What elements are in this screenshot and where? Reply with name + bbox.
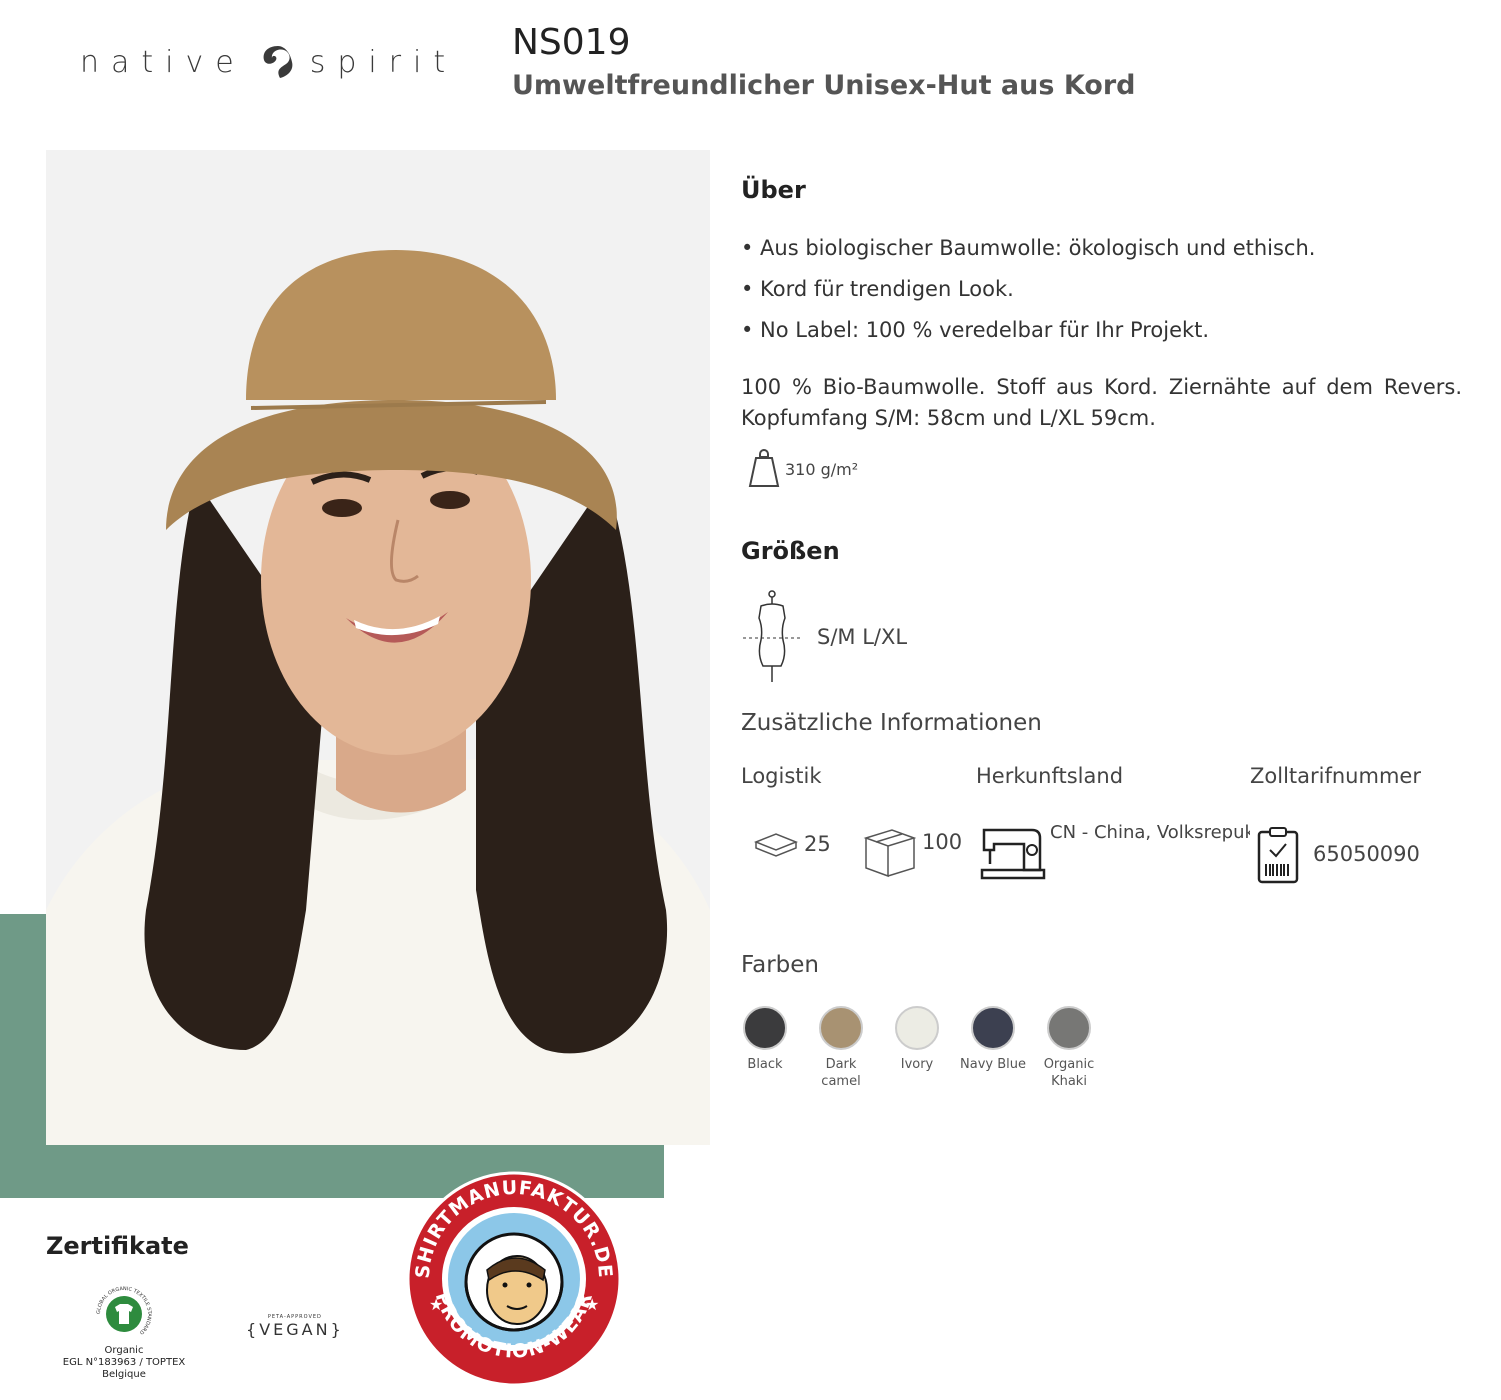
svg-text:★: ★ — [585, 1295, 599, 1314]
pack-small-value: 25 — [804, 832, 831, 856]
brand-word-right: spirit — [309, 44, 458, 80]
feature-list: • Aus biologischer Baumwolle: ökologisch… — [741, 228, 1315, 351]
product-photo — [46, 150, 710, 1145]
vegan-label: VEGAN — [259, 1320, 331, 1339]
feature-item: • Aus biologischer Baumwolle: ökologisch… — [741, 236, 1316, 260]
color-swatch-dark-camel[interactable]: Dark camel — [817, 1006, 865, 1090]
fabric-weight: 310 g/m² — [747, 448, 858, 490]
gots-logo-icon: GLOBAL ORGANIC TEXTILE STANDARD — [96, 1286, 152, 1336]
weight-icon — [748, 449, 780, 487]
brand-word-left: native — [80, 44, 246, 80]
product-code: NS019 — [512, 22, 631, 63]
sizes-values: S/M L/XL — [817, 625, 908, 649]
certificates-heading: Zertifikate — [46, 1232, 189, 1260]
logistics-label: Logistik — [741, 764, 822, 788]
sizes-row: S/M L/XL — [741, 588, 907, 686]
gots-sub: EGL N°183963 / TOPTEX Belgique — [62, 1357, 186, 1380]
color-dot[interactable] — [971, 1006, 1015, 1050]
color-swatches: Black Dark camel Ivory Navy Blue Organic… — [741, 1006, 1094, 1090]
pack-box-value: 100 — [922, 830, 963, 854]
origin-label: Herkunftsland — [976, 764, 1124, 788]
tariff-label: Zolltarifnummer — [1250, 764, 1421, 788]
color-name: Organic Khaki — [1043, 1057, 1095, 1089]
product-description: 100 % Bio-Baumwolle. Stoff aus Kord. Zie… — [741, 375, 1462, 430]
shop-badge: SHIRTMANUFAKTUR.DE PROMOTION-WEAR ★ ★ — [405, 1170, 623, 1392]
color-dot[interactable] — [1047, 1006, 1091, 1050]
color-name: Navy Blue — [960, 1057, 1026, 1072]
color-swatch-organic-khaki[interactable]: Organic Khaki — [1044, 1006, 1094, 1090]
additional-heading: Zusätzliche Informationen — [741, 710, 1042, 736]
color-swatch-black[interactable]: Black — [741, 1006, 789, 1090]
origin-icon-wrap — [980, 820, 1046, 886]
svg-text:★: ★ — [429, 1295, 443, 1314]
badge-logo-icon: SHIRTMANUFAKTUR.DE PROMOTION-WEAR ★ ★ — [406, 1171, 622, 1387]
feature-item: • Kord für trendigen Look. — [741, 277, 1014, 301]
weight-value: 310 g/m² — [785, 459, 859, 479]
color-name: Black — [747, 1057, 783, 1072]
tariff-icon-wrap — [1256, 826, 1300, 888]
origin-value: CN - China, Volksrepuk — [1050, 822, 1250, 843]
color-name: Dark camel — [821, 1057, 861, 1089]
gots-certificate: GLOBAL ORGANIC TEXTILE STANDARD Organic … — [54, 1283, 194, 1381]
flat-pack-icon — [753, 833, 799, 857]
color-swatch-navy-blue[interactable]: Navy Blue — [960, 1006, 1026, 1090]
mannequin-icon — [743, 590, 801, 682]
brand-logo: native spirit — [80, 42, 457, 82]
color-dot[interactable] — [895, 1006, 939, 1050]
color-name: Ivory — [900, 1057, 934, 1072]
box-icon — [863, 829, 916, 878]
product-subtitle: Umweltfreundlicher Unisex-Hut aus Kord — [512, 70, 1136, 101]
brand-mark-icon — [263, 46, 293, 78]
tariff-value: 65050090 — [1313, 842, 1420, 866]
feature-item: • No Label: 100 % veredelbar für Ihr Pro… — [741, 318, 1210, 342]
about-heading: Über — [741, 176, 806, 204]
vegan-certificate: PETA-APPROVED {VEGAN} — [246, 1314, 344, 1339]
sizes-heading: Größen — [741, 537, 840, 565]
pack-small: 25 — [752, 828, 831, 860]
sewing-machine-icon — [980, 828, 1046, 880]
colors-heading: Farben — [741, 952, 819, 978]
clipboard-barcode-icon — [1257, 827, 1299, 884]
pack-box: 100 — [862, 824, 962, 878]
color-swatch-ivory[interactable]: Ivory — [893, 1006, 941, 1090]
color-dot[interactable] — [819, 1006, 863, 1050]
color-dot[interactable] — [743, 1006, 787, 1050]
gots-label: Organic — [104, 1345, 144, 1356]
